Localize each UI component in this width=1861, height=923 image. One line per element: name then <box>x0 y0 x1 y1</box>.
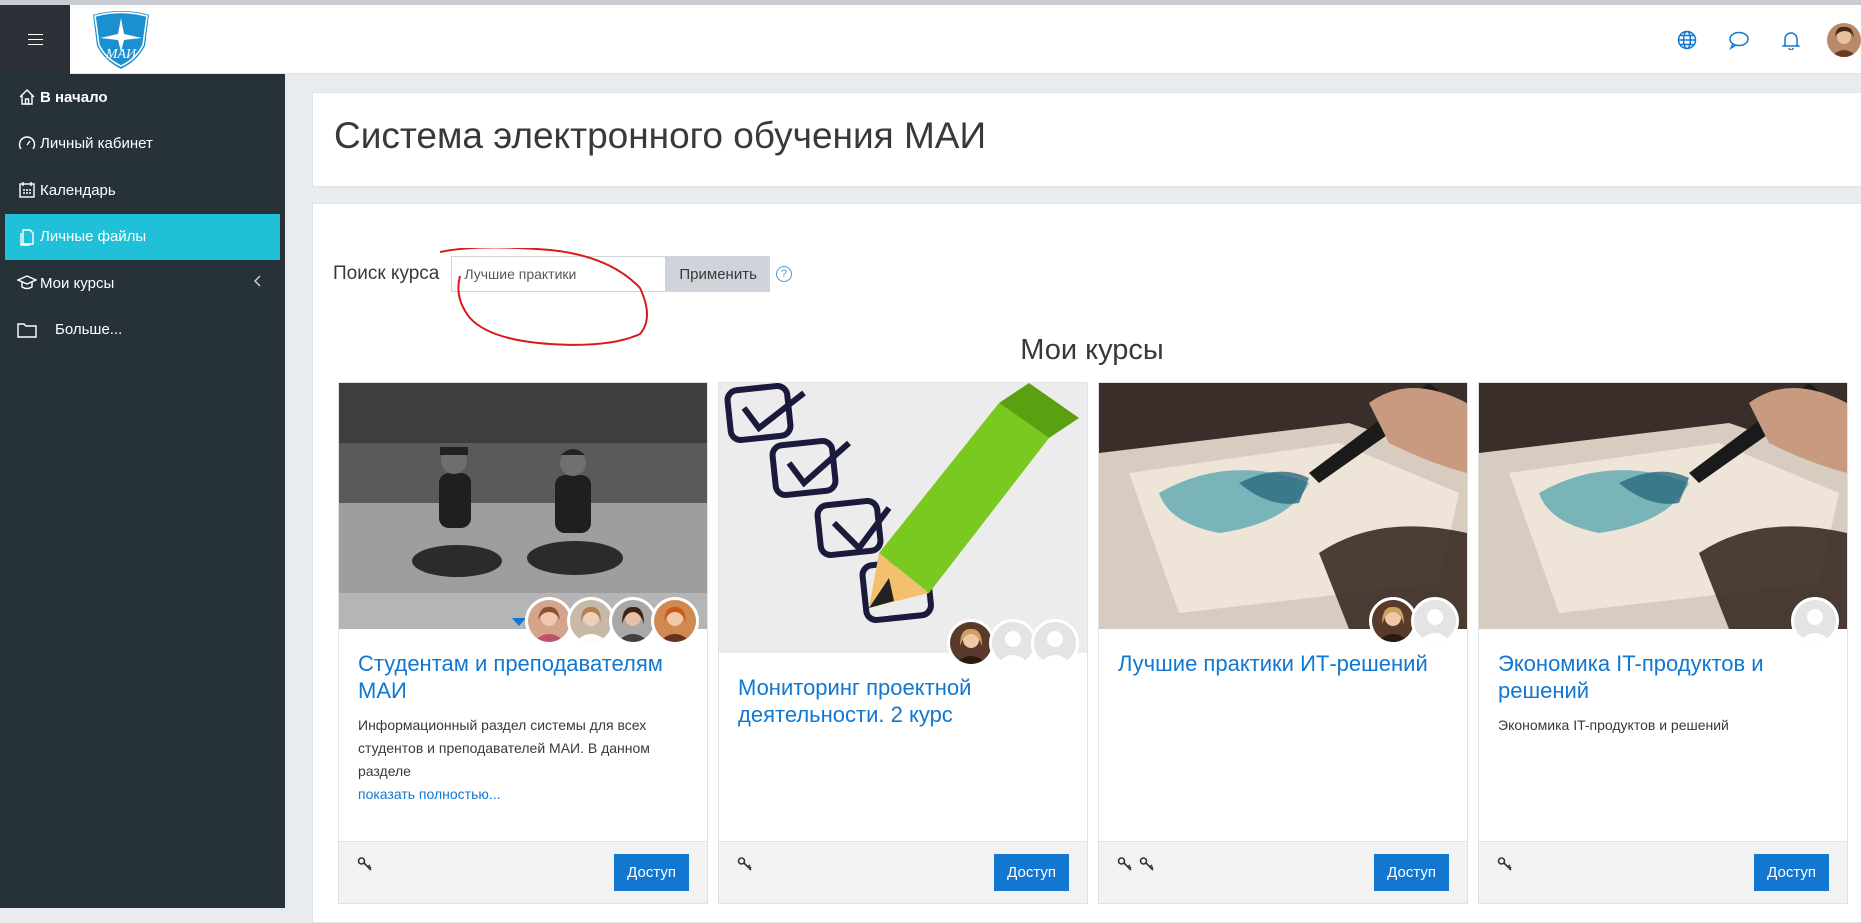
course-summary-text: Информационный раздел системы для всех с… <box>358 717 650 779</box>
sidebar-item-label: Больше... <box>55 321 123 339</box>
course-footer: Доступ <box>719 841 1087 903</box>
notifications-bell-icon[interactable] <box>1765 5 1817 74</box>
dashboard-icon <box>17 134 37 154</box>
logo-text: МАИ <box>105 47 137 62</box>
graduation-cap-icon <box>17 273 37 293</box>
teacher-avatar[interactable] <box>1031 619 1079 667</box>
show-more-link[interactable]: показать полностью... <box>358 786 501 802</box>
key-icon <box>357 856 373 877</box>
top-navbar: МАИ <box>0 0 1861 74</box>
course-title-link[interactable]: Студентам и преподавателям МАИ <box>358 650 688 704</box>
course-teachers <box>1369 597 1459 645</box>
calendar-icon <box>17 180 37 200</box>
user-avatar[interactable] <box>1827 22 1861 57</box>
sidebar-item-more[interactable]: Больше... <box>0 307 285 354</box>
page-header: Система электронного обучения МАИ <box>312 92 1861 187</box>
course-footer: Доступ <box>339 841 707 903</box>
sidebar-item-label: Мои курсы <box>40 274 115 292</box>
course-title-link[interactable]: Лучшие практики ИТ-решений <box>1118 650 1448 677</box>
key-icon <box>1139 856 1155 877</box>
sidebar-item-calendar[interactable]: Календарь <box>0 167 285 214</box>
file-icon <box>17 227 37 247</box>
menu-toggle-button[interactable] <box>0 5 70 74</box>
course-card: Студентам и преподавателям МАИ Информаци… <box>338 382 708 904</box>
teacher-avatar[interactable] <box>1791 597 1839 645</box>
teacher-avatar[interactable] <box>525 597 573 645</box>
access-button[interactable]: Доступ <box>614 854 689 891</box>
sidebar-item-label: В начало <box>40 88 108 106</box>
sidebar-item-label: Личный кабинет <box>40 135 153 153</box>
home-icon <box>17 87 37 107</box>
course-title-link[interactable]: Экономика IT-продуктов и решений <box>1498 650 1828 704</box>
teacher-avatar[interactable] <box>1411 597 1459 645</box>
course-image[interactable] <box>719 383 1087 653</box>
search-label: Поиск курса <box>333 263 440 284</box>
teacher-avatar[interactable] <box>1369 597 1417 645</box>
sidebar-item-home[interactable]: В начало <box>0 74 285 121</box>
language-globe-icon[interactable] <box>1661 5 1713 74</box>
sidebar-nav: В начало Личный кабинет Календарь Личные… <box>0 74 285 908</box>
sidebar-item-label: Календарь <box>40 181 116 199</box>
teacher-avatar[interactable] <box>609 597 657 645</box>
key-icon <box>737 856 753 877</box>
course-image[interactable] <box>1479 383 1847 629</box>
course-footer: Доступ <box>1099 841 1467 903</box>
course-title-link[interactable]: Мониторинг проектной деятельности. 2 кур… <box>738 674 1068 728</box>
mai-logo[interactable]: МАИ <box>86 8 156 72</box>
course-card: Лучшие практики ИТ-решений Доступ <box>1098 382 1468 904</box>
course-teachers <box>947 619 1079 667</box>
hamburger-icon <box>27 38 43 41</box>
key-icon <box>1497 856 1513 877</box>
course-search-form: Поиск курса Применить ? <box>333 256 792 292</box>
course-card: Экономика IT-продуктов и решений Экономи… <box>1478 382 1848 904</box>
access-button[interactable]: Доступ <box>994 854 1069 891</box>
teacher-avatar[interactable] <box>989 619 1037 667</box>
course-footer: Доступ <box>1479 841 1847 903</box>
course-search-input[interactable] <box>451 256 667 292</box>
course-summary: Информационный раздел системы для всех с… <box>358 714 688 806</box>
access-button[interactable]: Доступ <box>1754 854 1829 891</box>
teacher-avatar[interactable] <box>947 619 995 667</box>
sidebar-item-my-courses[interactable]: Мои курсы <box>0 260 285 307</box>
course-teachers <box>1791 597 1839 645</box>
chevron-left-icon[interactable] <box>253 274 263 292</box>
main-content: Поиск курса Применить ? Мои курсы <box>312 203 1861 923</box>
teacher-avatar[interactable] <box>651 597 699 645</box>
course-teachers <box>511 597 699 645</box>
my-courses-heading: Мои курсы <box>1020 334 1164 366</box>
sidebar-item-label: Личные файлы <box>40 228 147 246</box>
search-apply-button[interactable]: Применить <box>666 256 770 292</box>
course-summary: Экономика IT-продуктов и решений <box>1498 717 1729 733</box>
sidebar-item-dashboard[interactable]: Личный кабинет <box>0 121 285 168</box>
help-question-icon[interactable]: ? <box>775 266 792 282</box>
teacher-avatar[interactable] <box>567 597 615 645</box>
access-button[interactable]: Доступ <box>1374 854 1449 891</box>
sidebar-item-private-files[interactable]: Личные файлы <box>5 213 280 260</box>
course-image[interactable] <box>339 383 707 629</box>
messages-icon[interactable] <box>1713 5 1765 74</box>
key-icon <box>1117 856 1133 877</box>
course-image[interactable] <box>1099 383 1467 629</box>
folder-icon <box>17 320 37 340</box>
page-title: Система электронного обучения МАИ <box>334 115 987 156</box>
course-card: Мониторинг проектной деятельности. 2 кур… <box>718 382 1088 904</box>
